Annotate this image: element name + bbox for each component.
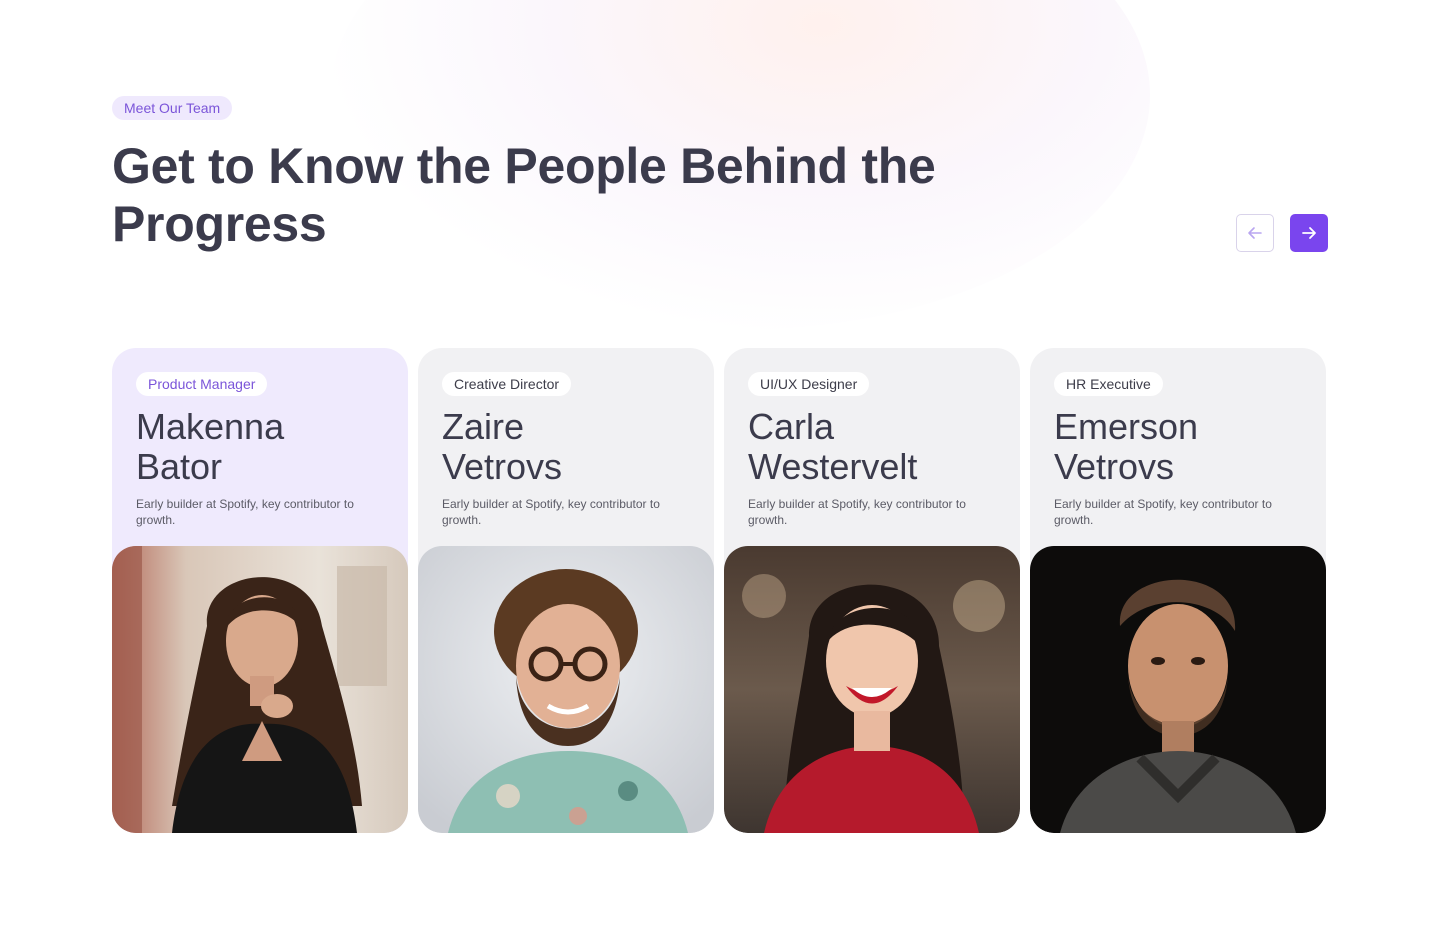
role-badge: Product Manager: [136, 372, 268, 396]
team-card[interactable]: Creative Director Zaire Vetrovs Early bu…: [418, 348, 714, 833]
member-last-name: Vetrovs: [1054, 446, 1175, 487]
carousel-prev-button[interactable]: [1236, 214, 1274, 252]
team-card[interactable]: HR Executive Emerson Vetrovs Early build…: [1030, 348, 1326, 833]
member-photo: [724, 546, 1020, 833]
member-first-name: Zaire: [442, 406, 525, 447]
role-badge: UI/UX Designer: [748, 372, 870, 396]
carousel-next-button[interactable]: [1290, 214, 1328, 252]
role-badge: Creative Director: [442, 372, 572, 396]
member-name: Zaire Vetrovs: [442, 407, 702, 487]
member-first-name: Makenna: [136, 406, 285, 447]
member-name: Makenna Bator: [136, 407, 396, 487]
team-card[interactable]: Product Manager Makenna Bator Early buil…: [112, 348, 408, 833]
member-bio: Early builder at Spotify, key contributo…: [1054, 497, 1272, 527]
section-eyebrow-badge: Meet Our Team: [112, 96, 233, 120]
member-name: Emerson Vetrovs: [1054, 407, 1314, 487]
team-section: Meet Our Team Get to Know the People Beh…: [0, 0, 1440, 929]
member-bio: Early builder at Spotify, key contributo…: [748, 497, 966, 527]
member-bio: Early builder at Spotify, key contributo…: [136, 497, 354, 527]
member-bio: Early builder at Spotify, key contributo…: [442, 497, 660, 527]
team-carousel: Product Manager Makenna Bator Early buil…: [112, 348, 1326, 833]
member-last-name: Westervelt: [748, 446, 918, 487]
arrow-left-icon: [1248, 227, 1262, 239]
member-last-name: Vetrovs: [442, 446, 563, 487]
role-badge: HR Executive: [1054, 372, 1163, 396]
section-headline: Get to Know the People Behind the Progre…: [112, 138, 936, 252]
member-name: Carla Westervelt: [748, 407, 1008, 487]
member-photo: [418, 546, 714, 833]
arrow-right-icon: [1302, 227, 1316, 239]
team-card[interactable]: UI/UX Designer Carla Westervelt Early bu…: [724, 348, 1020, 833]
member-first-name: Emerson: [1054, 406, 1199, 447]
member-first-name: Carla: [748, 406, 835, 447]
member-photo: [112, 546, 408, 833]
member-photo: [1030, 546, 1326, 833]
member-last-name: Bator: [136, 446, 223, 487]
